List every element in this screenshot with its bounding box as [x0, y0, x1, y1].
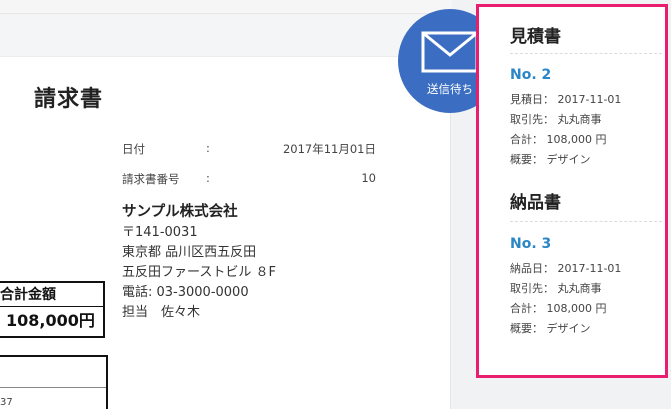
- invoice-number-row: 請求書番号 : 10: [122, 171, 376, 187]
- detail-table: 37: [0, 355, 108, 409]
- number-colon: :: [206, 171, 210, 185]
- delivery-divider: [510, 221, 662, 222]
- delivery-number-link[interactable]: No. 3: [510, 236, 551, 252]
- company-name: サンプル株式会社: [122, 204, 238, 220]
- date-value: 2017年11月01日: [282, 142, 376, 156]
- invoice-date-row: 日付 : 2017年11月01日: [122, 141, 376, 157]
- delivery-total: 合計： 108,000 円: [510, 302, 607, 315]
- total-amount-header: 合計金額: [0, 283, 103, 307]
- delivery-client: 取引先： 丸丸商事: [510, 282, 602, 295]
- page-title: 請求書: [34, 87, 104, 112]
- address-line-1: 東京都 品川区西五反田: [122, 245, 257, 260]
- address-line-2: 五反田ファーストビル ８F: [122, 265, 276, 280]
- phone-line: 電話: 03-3000-0000: [122, 285, 249, 300]
- total-amount-value: 108,000円: [6, 311, 95, 330]
- delivery-section-title: 納品書: [510, 193, 561, 213]
- document-area: 請求書 日付 : 2017年11月01日 請求書番号 : 10 サンプル株式会社…: [0, 0, 452, 409]
- estimate-summary: 概要： デザイン: [510, 153, 591, 166]
- estimate-total: 合計： 108,000 円: [510, 133, 607, 146]
- envelope-icon: [421, 31, 479, 73]
- number-label: 請求書番号: [122, 172, 180, 186]
- date-label: 日付: [122, 142, 145, 156]
- postal-code: 〒141-0031: [122, 225, 198, 240]
- contact-person: 担当 佐々木: [122, 305, 201, 320]
- number-value: 10: [361, 171, 376, 185]
- delivery-summary: 概要： デザイン: [510, 322, 591, 335]
- estimate-date: 見積日： 2017-11-01: [510, 93, 622, 106]
- top-strip: [0, 0, 452, 14]
- total-amount-box: 合計金額 108,000円: [0, 281, 105, 338]
- estimate-divider: [510, 53, 662, 54]
- related-documents-panel: 見積書 No. 2 見積日： 2017-11-01 取引先： 丸丸商事 合計： …: [476, 4, 668, 378]
- estimate-client: 取引先： 丸丸商事: [510, 113, 602, 126]
- detail-table-cell: 37: [0, 397, 13, 408]
- detail-table-divider: [0, 387, 106, 388]
- date-colon: :: [206, 141, 210, 155]
- delivery-date: 納品日： 2017-11-01: [510, 262, 622, 275]
- estimate-number-link[interactable]: No. 2: [510, 67, 551, 83]
- estimate-section-title: 見積書: [510, 27, 561, 47]
